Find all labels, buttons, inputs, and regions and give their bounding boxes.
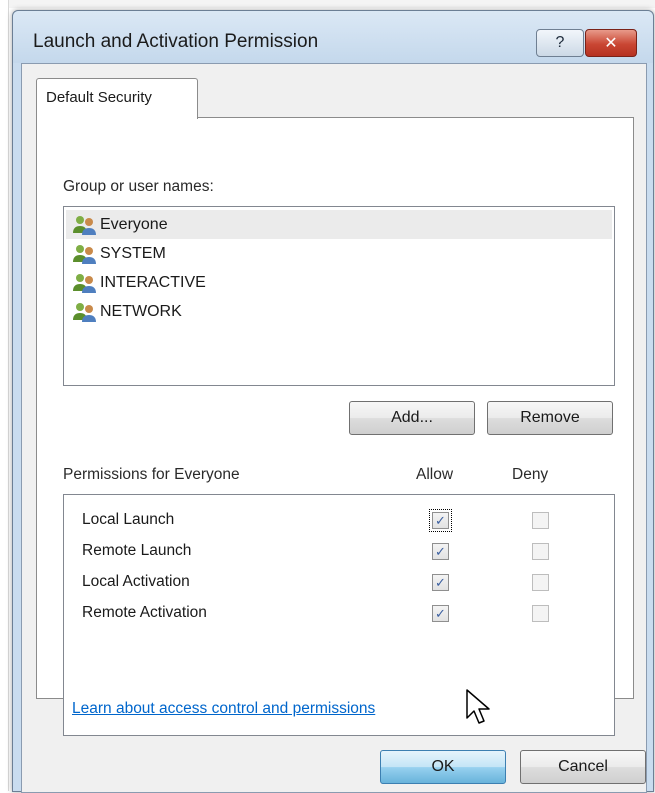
check-mark-icon: ✓ [435, 544, 446, 559]
close-icon: ✕ [604, 35, 618, 52]
dialog-title: Launch and Activation Permission [33, 31, 319, 52]
permission-row-local-launch: Local Launch ✓ [64, 507, 614, 535]
deny-checkbox-remote-launch[interactable] [532, 543, 549, 560]
help-button[interactable]: ? [536, 29, 584, 57]
list-item-system[interactable]: SYSTEM [66, 239, 612, 268]
add-button[interactable]: Add... [349, 401, 475, 435]
background-window-edge [0, 0, 9, 791]
list-item-label: INTERACTIVE [100, 273, 206, 291]
permissions-for-label: Permissions for Everyone [63, 466, 240, 483]
background-window-strip [0, 0, 655, 8]
allow-checkbox-remote-launch[interactable]: ✓ [432, 543, 449, 560]
user-group-icon [73, 244, 96, 264]
allow-checkbox-local-activation[interactable]: ✓ [432, 574, 449, 591]
mouse-pointer-icon [466, 689, 490, 724]
permission-dialog: Launch and Activation Permission ? ✕ Def… [12, 10, 654, 793]
title-bar[interactable]: Launch and Activation Permission ? ✕ [13, 11, 653, 63]
deny-checkbox-local-launch[interactable] [532, 512, 549, 529]
allow-checkbox-remote-activation[interactable]: ✓ [432, 605, 449, 622]
remove-button[interactable]: Remove [487, 401, 613, 435]
tab-default-security[interactable]: Default Security [36, 78, 198, 119]
check-mark-icon: ✓ [435, 606, 446, 621]
ok-button[interactable]: OK [380, 750, 506, 784]
dialog-client-area: Default Security Group or user names: Ev… [21, 63, 647, 793]
user-group-icon [73, 273, 96, 293]
list-item-everyone[interactable]: Everyone [66, 210, 612, 239]
tab-panel: Group or user names: Everyone SYSTEM INT… [36, 117, 634, 736]
list-item-network[interactable]: NETWORK [66, 297, 612, 326]
deny-column-header: Deny [512, 466, 549, 483]
list-item-label: Everyone [100, 215, 168, 233]
group-user-listbox[interactable]: Everyone SYSTEM INTERACTIVE NETWORK [63, 206, 615, 386]
permission-label: Remote Activation [82, 604, 207, 621]
permission-row-remote-launch: Remote Launch ✓ [64, 538, 614, 566]
close-button[interactable]: ✕ [585, 29, 637, 57]
tab-label: Default Security [46, 89, 152, 106]
permission-label: Remote Launch [82, 542, 192, 559]
help-icon: ? [555, 34, 565, 51]
cancel-button[interactable]: Cancel [520, 750, 646, 784]
permission-label: Local Launch [82, 511, 175, 528]
allow-checkbox-local-launch[interactable]: ✓ [429, 509, 452, 532]
deny-checkbox-local-activation[interactable] [532, 574, 549, 591]
group-names-label: Group or user names: [63, 178, 214, 195]
user-group-icon [73, 215, 96, 235]
list-item-label: SYSTEM [100, 244, 166, 262]
permission-row-local-activation: Local Activation ✓ [64, 569, 614, 597]
permission-row-remote-activation: Remote Activation ✓ [64, 600, 614, 628]
allow-column-header: Allow [416, 466, 454, 483]
list-item-label: NETWORK [100, 302, 182, 320]
deny-checkbox-remote-activation[interactable] [532, 605, 549, 622]
check-mark-icon: ✓ [435, 575, 446, 590]
check-mark-icon: ✓ [435, 513, 446, 528]
list-item-interactive[interactable]: INTERACTIVE [66, 268, 612, 297]
user-group-icon [73, 302, 96, 322]
learn-access-control-link[interactable]: Learn about access control and permissio… [72, 700, 375, 718]
permission-label: Local Activation [82, 573, 190, 590]
